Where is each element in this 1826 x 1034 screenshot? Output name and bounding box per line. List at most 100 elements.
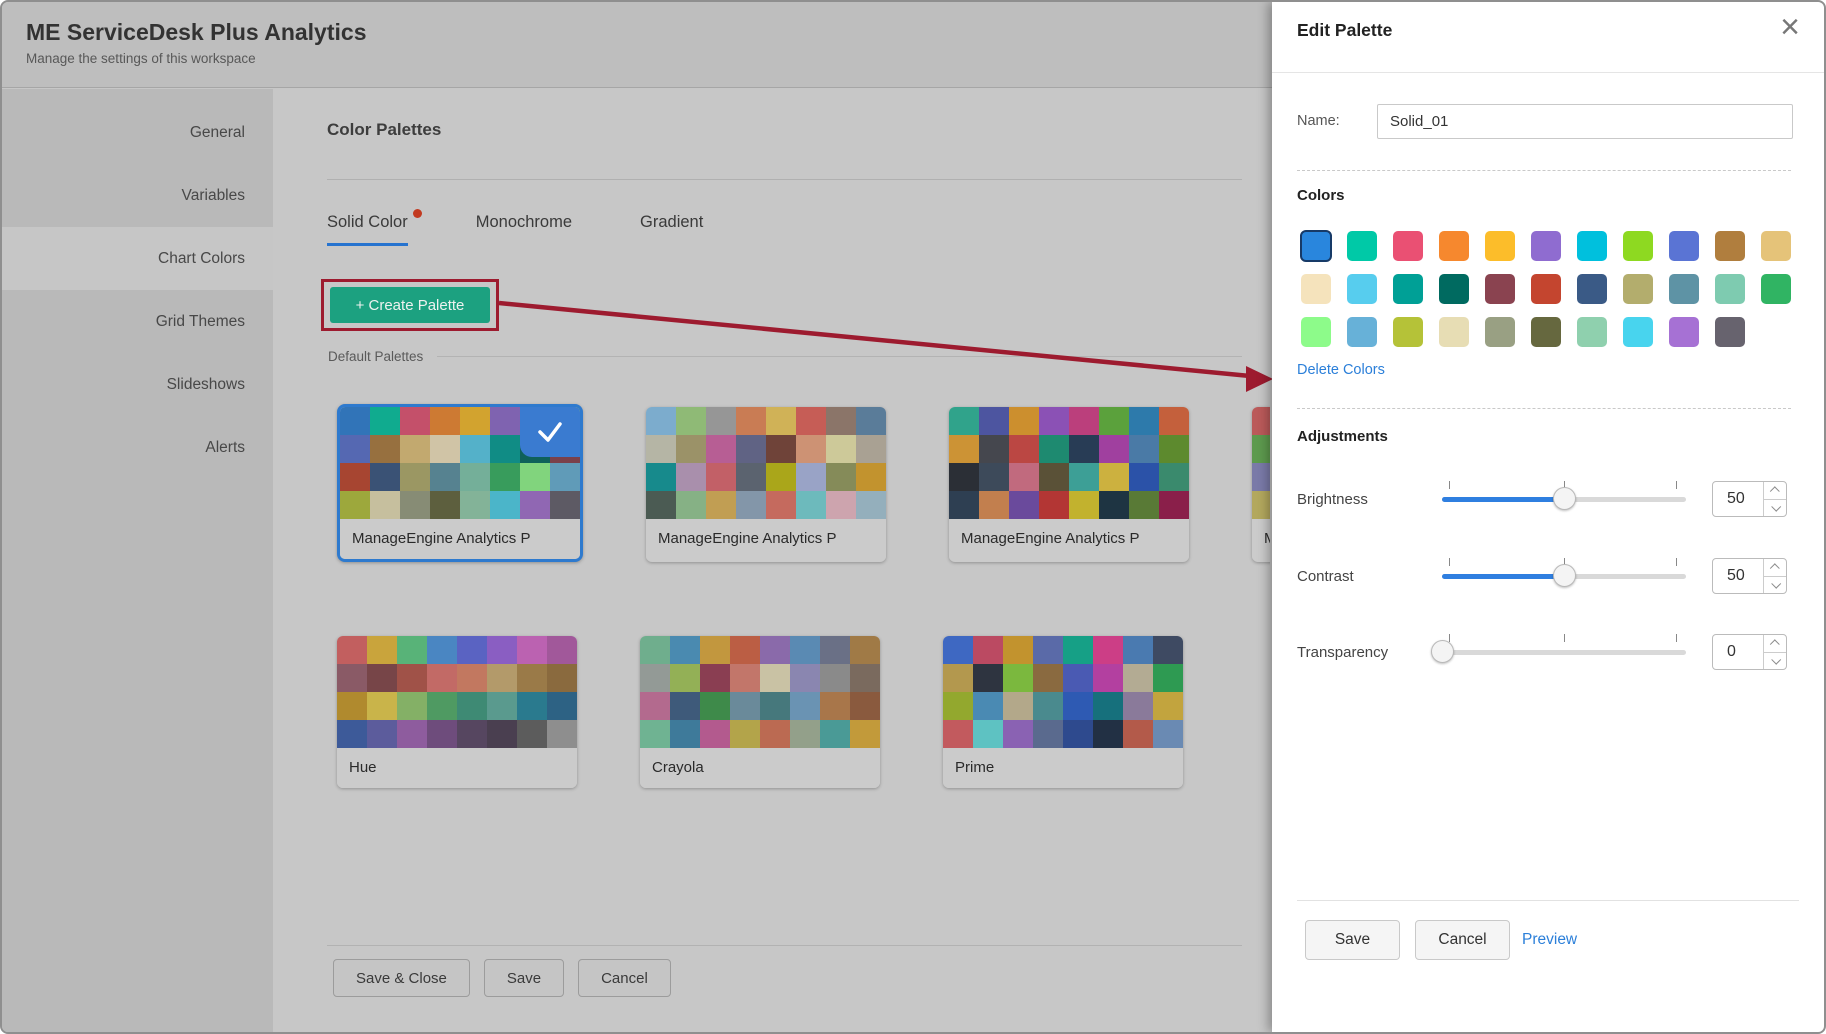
slider-handle[interactable] [1553, 564, 1576, 587]
color-swatch[interactable] [1669, 317, 1699, 347]
palette-name-input[interactable] [1377, 104, 1793, 139]
slider-handle[interactable] [1553, 487, 1576, 510]
palette-card[interactable]: M [1252, 407, 1270, 562]
spinner-down-icon[interactable] [1764, 653, 1786, 670]
palette-swatch [700, 692, 730, 720]
color-swatch[interactable] [1393, 274, 1423, 304]
slider-track[interactable] [1442, 650, 1686, 655]
transparency-value[interactable]: 0 [1713, 635, 1763, 669]
color-swatch[interactable] [1439, 274, 1469, 304]
contrast-slider[interactable] [1442, 564, 1686, 588]
palette-swatch [1003, 692, 1033, 720]
palette-swatch [1039, 463, 1069, 491]
color-swatch[interactable] [1531, 231, 1561, 261]
color-swatch[interactable] [1623, 274, 1653, 304]
save-button[interactable]: Save [484, 959, 564, 997]
spinner-up-icon[interactable] [1764, 635, 1786, 653]
color-swatch[interactable] [1393, 317, 1423, 347]
palette-swatch [367, 692, 397, 720]
palette-swatch [973, 636, 1003, 664]
color-swatch[interactable] [1669, 274, 1699, 304]
color-swatch[interactable] [1301, 274, 1331, 304]
sidebar-item-alerts[interactable]: Alerts [2, 416, 273, 479]
palette-swatch [367, 720, 397, 748]
color-swatch[interactable] [1531, 317, 1561, 347]
palette-swatch [1159, 435, 1189, 463]
palette-swatch [517, 636, 547, 664]
close-icon[interactable]: × [1780, 10, 1800, 44]
palette-swatch [490, 463, 520, 491]
colors-section-label: Colors [1297, 187, 1345, 204]
edit-palette-panel: Edit Palette × Name: Colors Delete Color… [1272, 2, 1824, 1032]
color-swatch[interactable] [1347, 231, 1377, 261]
palette-swatch [700, 664, 730, 692]
color-swatch[interactable] [1393, 231, 1423, 261]
create-palette-button[interactable]: + Create Palette [330, 287, 490, 323]
dashed-separator [1297, 408, 1791, 409]
palette-swatch [979, 435, 1009, 463]
color-swatch[interactable] [1485, 231, 1515, 261]
save-close-button[interactable]: Save & Close [333, 959, 470, 997]
preview-link[interactable]: Preview [1522, 931, 1577, 949]
spinner-down-icon[interactable] [1764, 577, 1786, 594]
palette-card[interactable]: ManageEngine Analytics P [337, 404, 583, 562]
palette-swatch [487, 664, 517, 692]
color-swatch[interactable] [1485, 317, 1515, 347]
palette-swatch-grid [943, 636, 1183, 748]
cancel-button[interactable]: Cancel [578, 959, 671, 997]
palette-card[interactable]: ManageEngine Analytics P [949, 407, 1189, 562]
color-swatch[interactable] [1301, 317, 1331, 347]
color-swatch[interactable] [1485, 274, 1515, 304]
slider-handle[interactable] [1431, 640, 1454, 663]
panel-cancel-button[interactable]: Cancel [1415, 920, 1510, 960]
brightness-slider[interactable] [1442, 487, 1686, 511]
sidebar-item-slideshows[interactable]: Slideshows [2, 353, 273, 416]
color-swatch[interactable] [1715, 317, 1745, 347]
color-swatch[interactable] [1623, 231, 1653, 261]
palette-swatch [1099, 463, 1129, 491]
palette-swatch [736, 407, 766, 435]
color-swatch[interactable] [1761, 231, 1791, 261]
color-swatch[interactable] [1669, 231, 1699, 261]
color-swatch[interactable] [1347, 317, 1377, 347]
sidebar-item-chart-colors[interactable]: Chart Colors [2, 227, 273, 290]
color-swatch[interactable] [1715, 231, 1745, 261]
contrast-value[interactable]: 50 [1713, 559, 1763, 593]
color-swatch[interactable] [1715, 274, 1745, 304]
color-swatch[interactable] [1347, 274, 1377, 304]
palette-card[interactable]: Hue [337, 636, 577, 788]
palette-swatch [1003, 664, 1033, 692]
palette-swatch [706, 407, 736, 435]
palette-swatch [1129, 463, 1159, 491]
sidebar-item-general[interactable]: General [2, 101, 273, 164]
color-swatch[interactable] [1577, 231, 1607, 261]
main-footer-buttons: Save & Close Save Cancel [333, 959, 671, 997]
palette-swatch [706, 435, 736, 463]
transparency-slider[interactable] [1442, 640, 1686, 664]
palette-card[interactable]: ManageEngine Analytics P [646, 407, 886, 562]
tab-gradient[interactable]: Gradient [640, 213, 703, 246]
palette-swatch [547, 664, 577, 692]
brightness-value[interactable]: 50 [1713, 482, 1763, 516]
tab-monochrome[interactable]: Monochrome [476, 213, 572, 246]
color-swatch[interactable] [1301, 231, 1331, 261]
color-swatch[interactable] [1761, 274, 1791, 304]
spinner-up-icon[interactable] [1764, 482, 1786, 500]
color-swatch[interactable] [1531, 274, 1561, 304]
sidebar-item-grid-themes[interactable]: Grid Themes [2, 290, 273, 353]
color-swatch[interactable] [1577, 317, 1607, 347]
panel-save-button[interactable]: Save [1305, 920, 1400, 960]
delete-colors-link[interactable]: Delete Colors [1297, 362, 1385, 378]
color-swatch[interactable] [1623, 317, 1653, 347]
tab-solid-color[interactable]: Solid Color [327, 213, 408, 246]
spinner-up-icon[interactable] [1764, 559, 1786, 577]
spinner-down-icon[interactable] [1764, 500, 1786, 517]
section-title: Color Palettes [327, 120, 441, 140]
palette-swatch [820, 636, 850, 664]
palette-card[interactable]: Crayola [640, 636, 880, 788]
color-swatch[interactable] [1439, 231, 1469, 261]
palette-card[interactable]: Prime [943, 636, 1183, 788]
color-swatch[interactable] [1439, 317, 1469, 347]
sidebar-item-variables[interactable]: Variables [2, 164, 273, 227]
color-swatch[interactable] [1577, 274, 1607, 304]
